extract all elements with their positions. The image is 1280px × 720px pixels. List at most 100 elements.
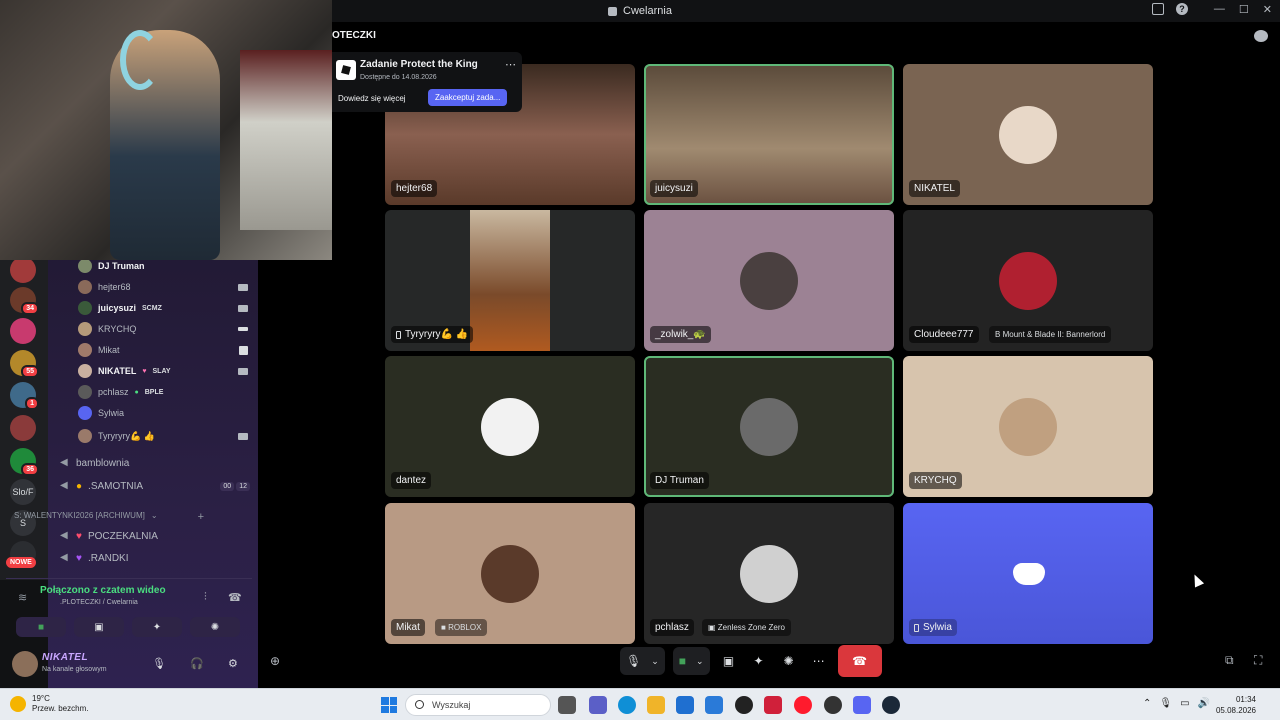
tile-name-label: pchlasz [650,619,694,636]
video-tile[interactable]: KRYCHQ [903,356,1153,497]
voice-channel[interactable]: ◀ ● .SAMOTNIA 00 12 [60,478,250,494]
disconnect-button[interactable]: ☎ [837,645,882,677]
more-options-button[interactable]: ⋯ [808,647,830,675]
voice-member[interactable]: pchlasz ● BPLE [78,384,248,400]
edge-icon[interactable] [618,696,636,714]
store-icon[interactable] [676,696,694,714]
voice-channel[interactable]: ◀ ♥ POCZEKALNIA [60,528,250,544]
voice-status[interactable]: Połączono z czatem wideo [40,585,166,596]
microphone-button[interactable]: 🎙 ⌄ [620,647,665,675]
microphone-icon[interactable]: 🎙 [152,657,166,670]
help-icon[interactable]: ? [1176,3,1188,15]
voice-member[interactable]: juicysuzi SCMZ [78,300,248,316]
server-icon-8[interactable]: Slo/F [10,479,36,505]
task-view-icon[interactable] [558,696,576,714]
app-icon[interactable] [764,696,782,714]
learn-more-button[interactable]: Dowiedz się więcej [336,90,408,107]
soundboard-button[interactable]: ✺ [190,617,240,637]
speaker-icon: ◀ [60,530,68,541]
fullscreen-icon[interactable]: ⛶ [1254,653,1262,668]
clock[interactable]: 01:34 05.08.2026 [1216,694,1256,716]
mail-icon[interactable] [705,696,723,714]
server-icon-1[interactable] [10,257,36,283]
chat-icon[interactable] [1254,30,1268,42]
window-title-text: Cwelarnia [623,5,672,17]
network-icon[interactable]: ▭ [1180,698,1189,709]
channel-category[interactable]: S: WALENTYNKI2026 [ARCHIWUM] ⌄ + [14,511,204,523]
server-icon-5[interactable]: 1 [10,382,39,410]
video-tile[interactable]: DJ Truman [644,356,894,497]
activities-button[interactable]: ✦ [132,617,182,637]
clock-time: 01:34 [1235,695,1256,704]
video-tile[interactable]: juicysuzi [644,64,894,205]
video-tile[interactable]: pchlasz ▣ Zenless Zone Zero [644,503,894,644]
steam-icon[interactable] [882,696,900,714]
server-icon-7[interactable]: 36 [10,448,39,476]
opera-icon[interactable] [794,696,812,714]
soundboard-icon[interactable]: ⫶ [204,591,207,604]
server-icon-2[interactable]: 34 [10,287,39,315]
accept-quest-button[interactable]: Zaakceptuj zada... [428,89,508,106]
chevron-down-icon: ⌄ [696,655,704,666]
gear-icon[interactable]: ⚙ [228,657,238,670]
volume-icon[interactable]: 🔊 [1198,698,1210,709]
app-icon[interactable] [735,696,753,714]
soundboard-button[interactable]: ✺ [778,647,800,675]
add-channel-icon[interactable]: + [198,511,204,523]
roblox-icon: ■ [441,623,446,632]
voice-location[interactable]: .PLOTECZKI / Cwelarnia [60,599,138,606]
more-options-icon[interactable]: ⋯ [505,58,516,71]
server-icon-6[interactable] [10,415,36,441]
camera-icon [238,283,248,291]
file-explorer-icon[interactable] [647,696,665,714]
voice-channel[interactable]: ◀ ♥ .RANDKI [60,550,250,566]
glasses-icon [238,327,248,331]
window-title: Cwelarnia [608,5,672,17]
video-tile[interactable]: Mikat ■ ROBLOX [385,503,635,644]
voice-member[interactable]: NIKATEL ♥ SLAY [78,363,248,379]
video-tile[interactable]: NIKATEL [903,64,1153,205]
inbox-icon[interactable] [1152,3,1164,15]
speaker-icon: ◀ [60,457,68,468]
invite-icon[interactable]: ⊕ [270,654,280,668]
server-icon-3[interactable] [10,318,36,344]
close-button[interactable]: ✕ [1263,3,1272,16]
username[interactable]: NIKATEL [42,652,88,663]
chevron-up-icon[interactable]: ⌃ [1143,698,1151,709]
video-tile[interactable]: Sylwia [903,503,1153,644]
avatar[interactable] [12,651,38,677]
video-button[interactable]: ■ [16,617,66,637]
member-name: pchlasz [98,387,129,397]
server-icon-4[interactable]: 55 [10,350,39,378]
screen-share-button[interactable]: ▣ [718,647,740,675]
voice-member[interactable]: Tyryryry💪 👍 [78,428,248,444]
voice-member[interactable]: DJ Truman [78,258,248,274]
video-tile[interactable]: Cloudeee777 B Mount & Blade II: Bannerlo… [903,210,1153,351]
microphone-icon[interactable]: 🎙 [1159,698,1172,709]
start-button[interactable] [381,697,397,713]
disconnect-icon[interactable]: ☎ [228,591,242,604]
tile-name-label: dantez [391,472,432,489]
video-tile[interactable]: dantez [385,356,635,497]
voice-channel[interactable]: ◀ bamblownia [60,455,250,471]
voice-member[interactable]: hejter68 [78,279,248,295]
voice-member[interactable]: KRYCHQ [78,321,248,337]
video-tile[interactable]: _zolwik_🐢 [644,210,894,351]
popout-icon[interactable]: ⧉ [1225,653,1234,668]
user-panel: NIKATEL Na kanale głosowym 🎙 🎧 ⚙ [6,645,252,685]
discord-icon[interactable] [853,696,871,714]
minimize-button[interactable]: — [1214,3,1225,16]
screen-share-button[interactable]: ▣ [74,617,124,637]
maximize-button[interactable]: ☐ [1239,3,1249,16]
video-tile[interactable]: Tyryryry💪 👍 [385,210,635,351]
headphones-icon[interactable]: 🎧 [190,657,204,670]
voice-member[interactable]: Mikat [78,342,248,358]
weather-widget[interactable]: 19°C Przew. bezchm. [10,694,88,714]
camera-button[interactable]: ■ ⌄ [672,647,710,675]
teams-icon[interactable] [589,696,607,714]
activities-button[interactable]: ✦ [748,647,770,675]
member-name: Tyryryry💪 👍 [98,430,155,441]
search-box[interactable]: Wyszukaj [405,694,551,716]
app-icon[interactable] [824,696,842,714]
voice-member[interactable]: Sylwia [78,405,248,421]
